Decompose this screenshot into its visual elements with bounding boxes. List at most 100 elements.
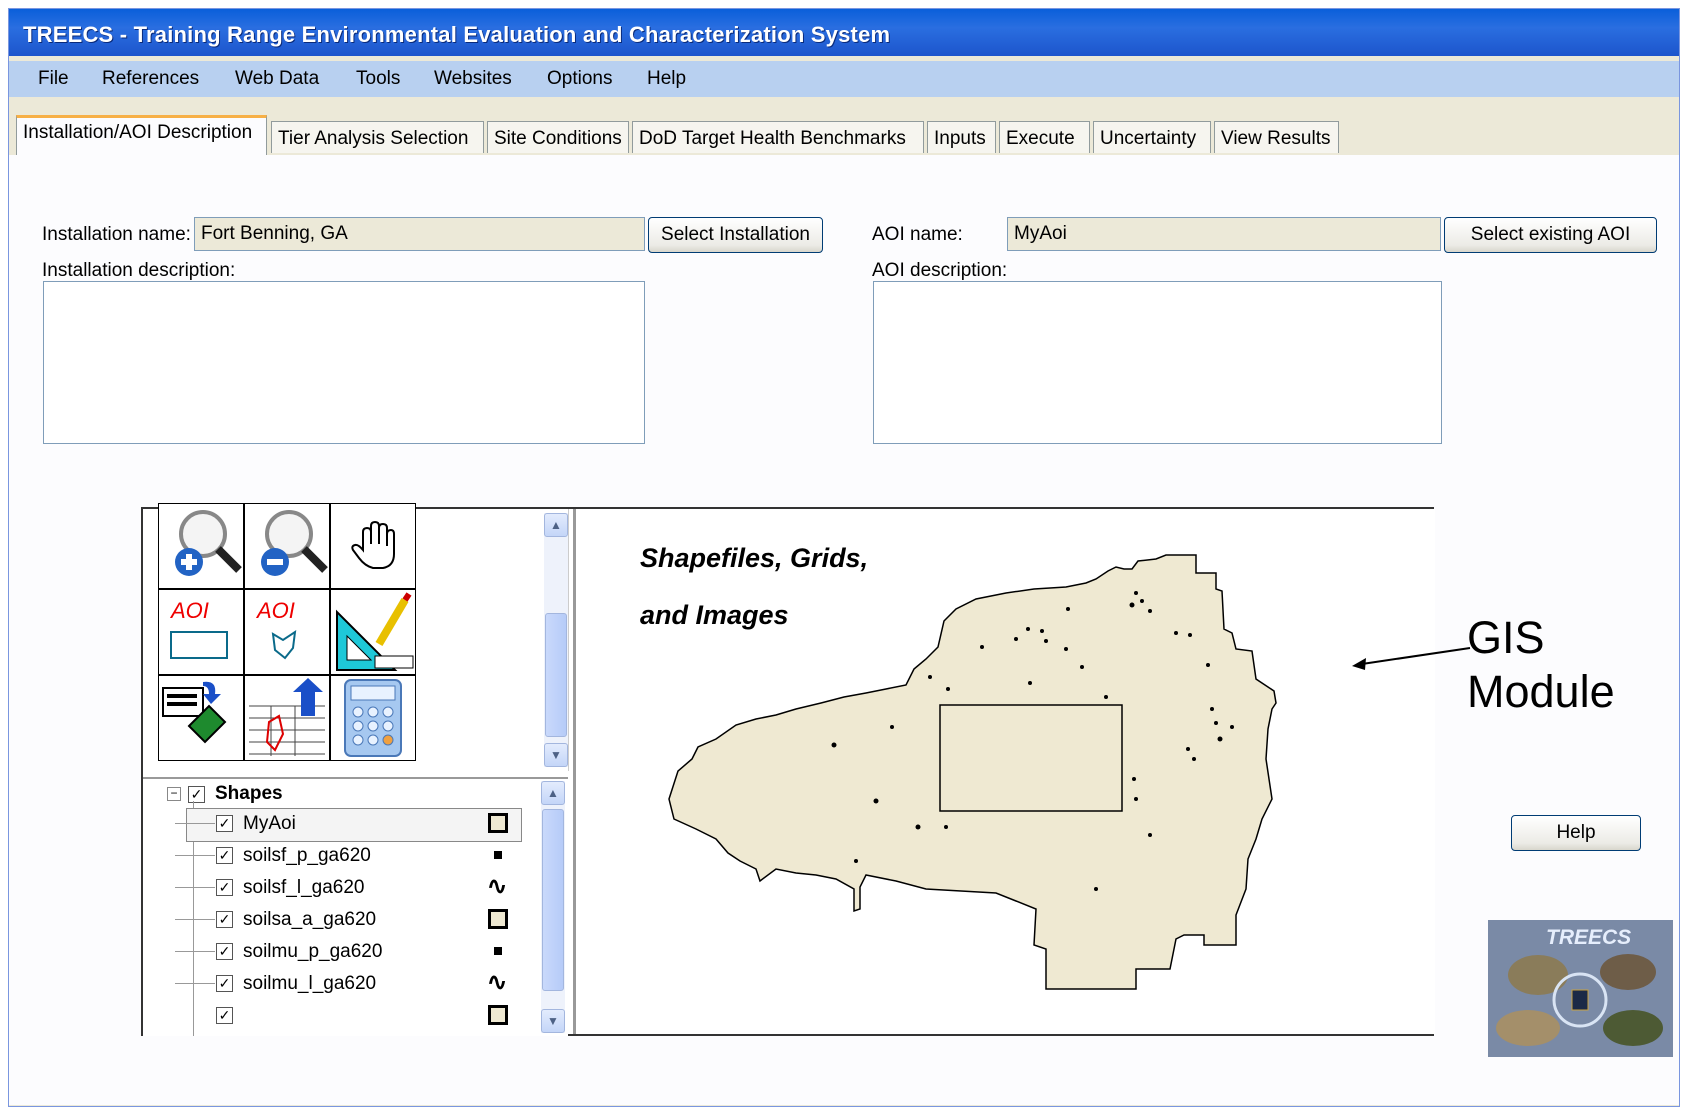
- tree-line: [175, 823, 215, 824]
- tab-view-results[interactable]: View Results: [1214, 121, 1339, 153]
- title-bar[interactable]: TREECS - Training Range Environmental Ev…: [9, 9, 1679, 56]
- polygon-symbol-icon: [488, 813, 508, 833]
- point-symbol-icon: [494, 947, 502, 955]
- triangle-ruler-icon: [336, 592, 414, 671]
- scroll-down-arrow-icon[interactable]: ▼: [544, 743, 568, 767]
- tab-strip: Installation/AOI Description Tier Analys…: [9, 115, 1679, 156]
- scrollbar-thumb[interactable]: [542, 809, 564, 991]
- aoi-description-field[interactable]: [873, 281, 1442, 444]
- aoi-name-field[interactable]: MyAoi: [1007, 217, 1441, 251]
- tab-site-conditions[interactable]: Site Conditions: [487, 121, 629, 153]
- aoi-name-label: AOI name:: [872, 224, 963, 245]
- layer-checkbox[interactable]: ✓: [216, 911, 233, 928]
- tree-line: [175, 887, 215, 888]
- layer-name: MyAoi: [243, 813, 296, 834]
- logo-text: TREECS: [1546, 926, 1632, 949]
- callout-line1: GIS: [1467, 612, 1545, 663]
- scrollbar-thumb[interactable]: [545, 613, 567, 737]
- layer-checkbox[interactable]: ✓: [216, 815, 233, 832]
- tree-line: [175, 855, 215, 856]
- gis-module-callout: GIS Module: [1467, 611, 1615, 719]
- layer-checkbox[interactable]: ✓: [216, 879, 233, 896]
- zoom-in-tool[interactable]: [158, 503, 244, 589]
- menu-file[interactable]: File: [38, 68, 69, 90]
- scroll-up-arrow-icon[interactable]: ▲: [544, 513, 568, 537]
- tab-inputs[interactable]: Inputs: [927, 121, 996, 153]
- menu-help[interactable]: Help: [647, 68, 686, 90]
- tab-tier-analysis-selection[interactable]: Tier Analysis Selection: [271, 121, 484, 153]
- layer-name: soilsf_l_ga620: [243, 877, 365, 898]
- layer-row-partial[interactable]: ✓: [143, 1000, 543, 1030]
- menu-web-data[interactable]: Web Data: [235, 68, 319, 90]
- collapse-icon[interactable]: −: [167, 787, 181, 801]
- installation-name-label: Installation name:: [42, 224, 191, 245]
- layer-name: soilsf_p_ga620: [243, 845, 371, 866]
- menu-bar: File References Web Data Tools Websites …: [9, 61, 1679, 97]
- tree-line: [175, 919, 215, 920]
- layer-row[interactable]: ✓ MyAoi: [143, 808, 543, 842]
- tab-installation-aoi-description[interactable]: Installation/AOI Description: [16, 115, 267, 155]
- installation-name-field[interactable]: Fort Benning, GA: [194, 217, 645, 251]
- select-installation-button[interactable]: Select Installation: [648, 217, 823, 253]
- installation-boundary-map: [668, 554, 1277, 990]
- menu-websites[interactable]: Websites: [434, 68, 512, 90]
- installation-description-label: Installation description:: [42, 260, 236, 281]
- calculator-icon: [344, 679, 402, 757]
- tab-execute[interactable]: Execute: [999, 121, 1090, 153]
- gis-toolbar: AOI AOI ▲ ▼: [143, 503, 569, 771]
- shapes-group-label: Shapes: [215, 783, 283, 804]
- layer-name: soilsa_a_ga620: [243, 909, 377, 930]
- calculator-tool[interactable]: [330, 675, 416, 761]
- callout-line2: Module: [1467, 666, 1615, 717]
- menu-options[interactable]: Options: [547, 68, 612, 90]
- select-existing-aoi-button[interactable]: Select existing AOI: [1444, 217, 1657, 253]
- tab-uncertainty[interactable]: Uncertainty: [1093, 121, 1211, 153]
- zoom-out-icon: [261, 510, 328, 576]
- layer-name: soilmu_p_ga620: [243, 941, 383, 962]
- layer-checkbox[interactable]: ✓: [216, 847, 233, 864]
- scroll-up-arrow-icon[interactable]: ▲: [541, 781, 565, 805]
- layer-checkbox[interactable]: ✓: [216, 1007, 233, 1024]
- aoi-description-label: AOI description:: [872, 260, 1008, 281]
- layer-checkbox[interactable]: ✓: [216, 943, 233, 960]
- help-button[interactable]: Help: [1511, 815, 1641, 851]
- menu-references[interactable]: References: [102, 68, 199, 90]
- shapes-checkbox[interactable]: ✓: [188, 786, 205, 803]
- export-tool[interactable]: [158, 675, 244, 761]
- menu-tools[interactable]: Tools: [356, 68, 400, 90]
- attribute-table-tool[interactable]: [244, 675, 330, 761]
- hand-pan-icon: [351, 520, 395, 569]
- layer-row[interactable]: ✓ soilsf_l_ga620 ∿: [143, 872, 543, 902]
- gis-module: AOI AOI ▲ ▼ − ✓ Shapes ✓ MyAoi ✓ soilsf_…: [141, 503, 1435, 1036]
- tree-line: [175, 951, 215, 952]
- layer-name: soilmu_l_ga620: [243, 973, 377, 994]
- line-symbol-icon: ∿: [487, 873, 508, 900]
- selected-layer-highlight: [186, 808, 522, 842]
- tree-line: [175, 983, 215, 984]
- zoom-in-icon: [175, 510, 242, 576]
- layer-checkbox[interactable]: ✓: [216, 975, 233, 992]
- layer-row[interactable]: ✓ soilsf_p_ga620: [143, 840, 543, 870]
- layer-row[interactable]: ✓ soilmu_p_ga620: [143, 936, 543, 966]
- installation-description-field[interactable]: [43, 281, 645, 444]
- toolbar-scrollbar[interactable]: ▲ ▼: [544, 513, 568, 767]
- measure-tool[interactable]: [330, 589, 416, 675]
- aoi-polygon-tool[interactable]: AOI: [244, 589, 330, 675]
- legend-scrollbar[interactable]: ▲ ▼: [541, 781, 565, 1033]
- layer-row[interactable]: ✓ soilsa_a_ga620: [143, 904, 543, 934]
- aoi-rectangle-tool[interactable]: AOI: [158, 589, 244, 675]
- scroll-down-arrow-icon[interactable]: ▼: [541, 1009, 565, 1033]
- tab-dod-target-health-benchmarks[interactable]: DoD Target Health Benchmarks: [632, 121, 924, 153]
- layer-legend: − ✓ Shapes ✓ MyAoi ✓ soilsf_p_ga620 ✓ so…: [143, 777, 568, 1036]
- rectangle-icon: [170, 631, 228, 659]
- attribute-table-icon: [249, 678, 325, 756]
- treecs-logo: TREECS: [1488, 920, 1673, 1057]
- installation-boundary-polygon: [668, 554, 1277, 990]
- pan-tool[interactable]: [330, 503, 416, 589]
- layer-row[interactable]: ✓ soilmu_l_ga620 ∿: [143, 968, 543, 998]
- zoom-out-tool[interactable]: [244, 503, 330, 589]
- map-view[interactable]: Shapefiles, Grids, and Images: [573, 509, 1435, 1034]
- window-title: TREECS - Training Range Environmental Ev…: [23, 22, 891, 47]
- line-symbol-icon: ∿: [487, 969, 508, 996]
- polygon-symbol-icon: [488, 909, 508, 929]
